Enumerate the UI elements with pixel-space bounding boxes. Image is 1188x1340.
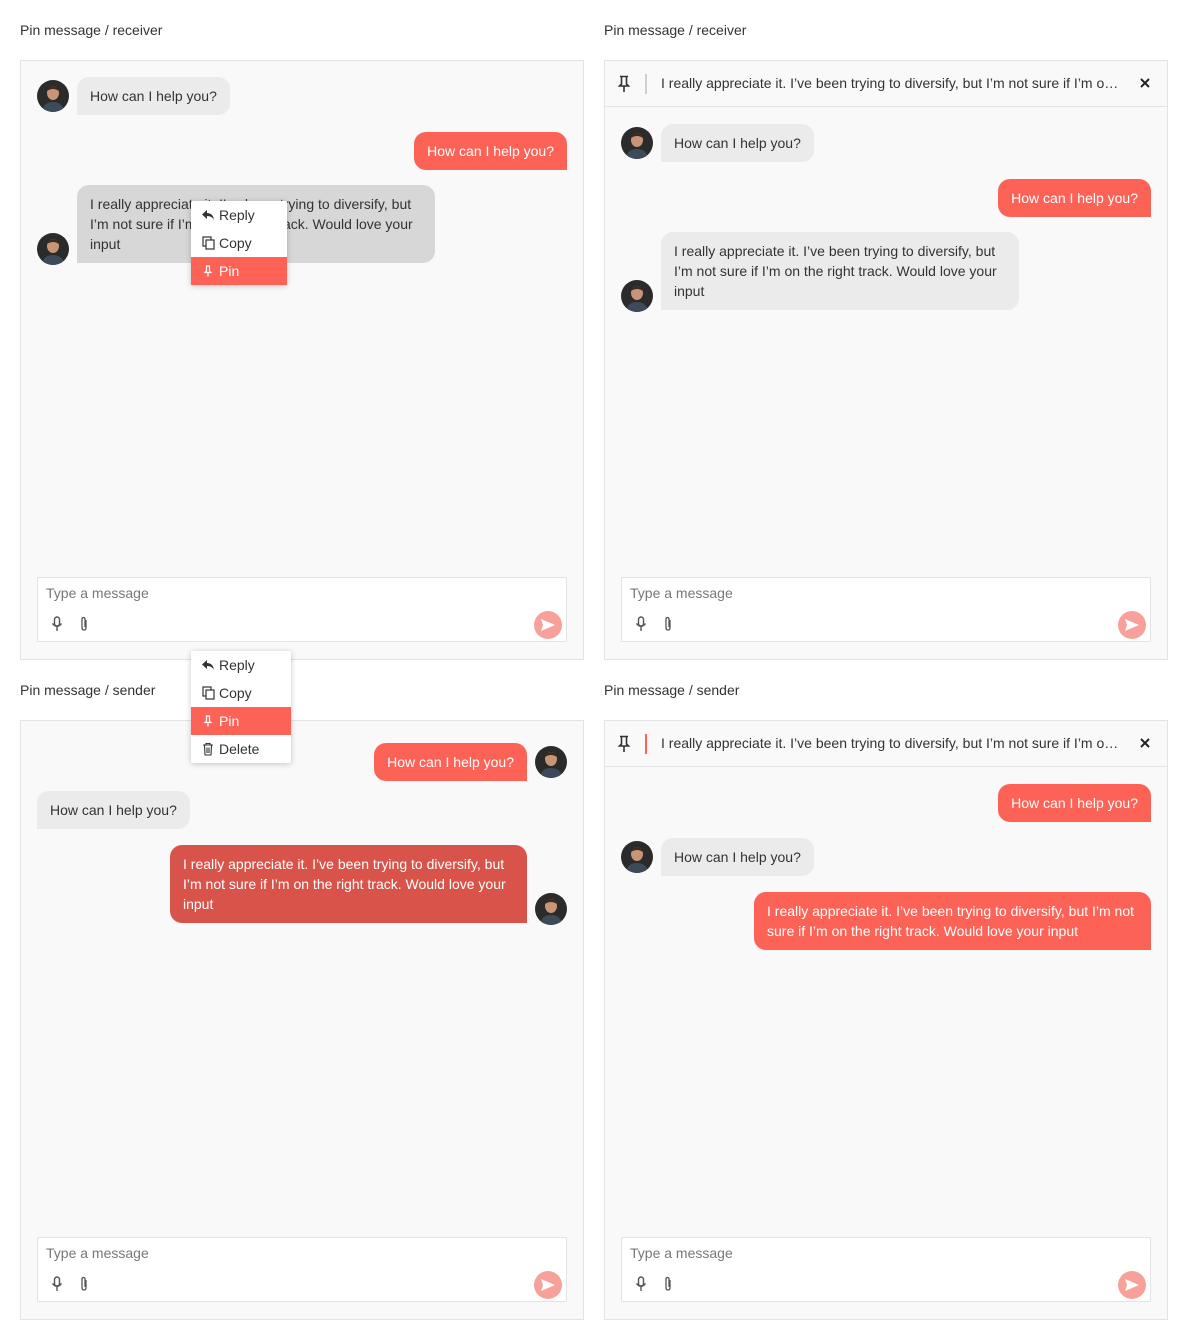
close-icon[interactable] — [1139, 736, 1151, 752]
message-row: I really appreciate it. I’ve been trying… — [621, 232, 1019, 312]
outgoing-message-selected[interactable]: I really appreciate it. I’ve been trying… — [170, 845, 527, 923]
reply-icon — [200, 207, 216, 223]
reply-icon — [200, 657, 216, 673]
menu-item-label: Pin — [219, 263, 240, 279]
microphone-icon[interactable] — [51, 1276, 63, 1295]
attachment-icon[interactable] — [79, 616, 89, 635]
menu-item-label: Pin — [219, 713, 240, 729]
incoming-message[interactable]: How can I help you? — [37, 791, 190, 829]
attachment-icon[interactable] — [79, 1276, 89, 1295]
trash-icon — [200, 741, 216, 757]
menu-item-reply[interactable]: Reply — [191, 651, 291, 679]
message-context-menu: Reply Copy Pin — [191, 201, 287, 285]
chat-panel-receiver: How can I help you? How can I help you? … — [20, 60, 584, 660]
pin-icon — [200, 713, 216, 729]
menu-item-label: Reply — [219, 207, 255, 223]
chat-panel-receiver-pinned: I really appreciate it. I’ve been trying… — [604, 60, 1168, 660]
outgoing-message[interactable]: How can I help you? — [414, 132, 567, 170]
panel-4-label: Pin message / sender — [604, 682, 740, 698]
incoming-message[interactable]: I really appreciate it. I’ve been trying… — [661, 232, 1019, 310]
avatar[interactable] — [37, 80, 69, 112]
message-row: How can I help you? — [998, 179, 1151, 217]
microphone-icon[interactable] — [635, 616, 647, 635]
send-icon — [1125, 619, 1139, 631]
avatar[interactable] — [535, 746, 567, 778]
pinned-message-text[interactable]: I really appreciate it. I’ve been trying… — [661, 735, 1119, 751]
attachment-icon[interactable] — [663, 616, 673, 635]
send-button[interactable] — [1118, 611, 1146, 639]
message-input[interactable]: Type a message — [630, 585, 733, 601]
message-row: How can I help you? — [621, 838, 814, 876]
menu-item-copy[interactable]: Copy — [191, 229, 287, 257]
send-icon — [541, 1279, 555, 1291]
menu-item-label: Reply — [219, 657, 255, 673]
pin-icon — [200, 263, 216, 279]
menu-item-pin[interactable]: Pin — [191, 257, 287, 285]
send-icon — [1125, 1279, 1139, 1291]
pinned-message-text[interactable]: I really appreciate it. I’ve been trying… — [661, 75, 1119, 91]
message-context-menu: Reply Copy Pin Delete — [191, 651, 291, 763]
outgoing-message[interactable]: How can I help you? — [374, 743, 527, 781]
avatar[interactable] — [535, 893, 567, 925]
copy-icon — [200, 235, 216, 251]
message-row: How can I help you? — [998, 784, 1151, 822]
avatar[interactable] — [621, 841, 653, 873]
pinned-divider — [645, 734, 647, 754]
message-input[interactable]: Type a message — [46, 585, 149, 601]
panel-2-label: Pin message / receiver — [604, 22, 747, 38]
message-composer: Type a message — [621, 577, 1151, 642]
incoming-message[interactable]: How can I help you? — [661, 838, 814, 876]
incoming-message[interactable]: How can I help you? — [661, 124, 814, 162]
pin-icon — [617, 75, 631, 96]
pin-icon — [617, 735, 631, 756]
menu-item-label: Copy — [219, 685, 252, 701]
incoming-message[interactable]: How can I help you? — [77, 77, 230, 115]
message-composer: Type a message — [37, 577, 567, 642]
message-row: I really appreciate it. I’ve been trying… — [170, 845, 567, 925]
send-button[interactable] — [534, 611, 562, 639]
microphone-icon[interactable] — [51, 616, 63, 635]
menu-item-reply[interactable]: Reply — [191, 201, 287, 229]
pinned-message-bar[interactable]: I really appreciate it. I’ve been trying… — [605, 61, 1167, 107]
menu-item-label: Delete — [219, 741, 260, 757]
message-composer: Type a message — [621, 1237, 1151, 1302]
message-row: How can I help you? — [414, 132, 567, 170]
outgoing-message[interactable]: How can I help you? — [998, 179, 1151, 217]
menu-item-delete[interactable]: Delete — [191, 735, 291, 763]
microphone-icon[interactable] — [635, 1276, 647, 1295]
pinned-divider — [645, 74, 647, 94]
message-row: How can I help you? — [374, 743, 567, 781]
panel-3-label: Pin message / sender — [20, 682, 156, 698]
message-composer: Type a message — [37, 1237, 567, 1302]
menu-item-label: Copy — [219, 235, 252, 251]
message-row: How can I help you? — [621, 124, 814, 162]
pinned-message-bar[interactable]: I really appreciate it. I’ve been trying… — [605, 721, 1167, 767]
send-button[interactable] — [534, 1271, 562, 1299]
menu-item-pin[interactable]: Pin — [191, 707, 291, 735]
avatar[interactable] — [621, 127, 653, 159]
chat-panel-sender: How can I help you? How can I help you? … — [20, 720, 584, 1320]
message-row: How can I help you? — [37, 77, 230, 115]
send-button[interactable] — [1118, 1271, 1146, 1299]
menu-item-copy[interactable]: Copy — [191, 679, 291, 707]
copy-icon — [200, 685, 216, 701]
message-input[interactable]: Type a message — [630, 1245, 733, 1261]
message-row: How can I help you? — [37, 791, 190, 829]
avatar[interactable] — [621, 280, 653, 312]
avatar[interactable] — [37, 233, 69, 265]
message-row: I really appreciate it. I’ve been trying… — [754, 892, 1151, 950]
panel-1-label: Pin message / receiver — [20, 22, 163, 38]
outgoing-message[interactable]: How can I help you? — [998, 784, 1151, 822]
chat-panel-sender-pinned: I really appreciate it. I’ve been trying… — [604, 720, 1168, 1320]
close-icon[interactable] — [1139, 76, 1151, 92]
message-input[interactable]: Type a message — [46, 1245, 149, 1261]
send-icon — [541, 619, 555, 631]
attachment-icon[interactable] — [663, 1276, 673, 1295]
outgoing-message[interactable]: I really appreciate it. I’ve been trying… — [754, 892, 1151, 950]
